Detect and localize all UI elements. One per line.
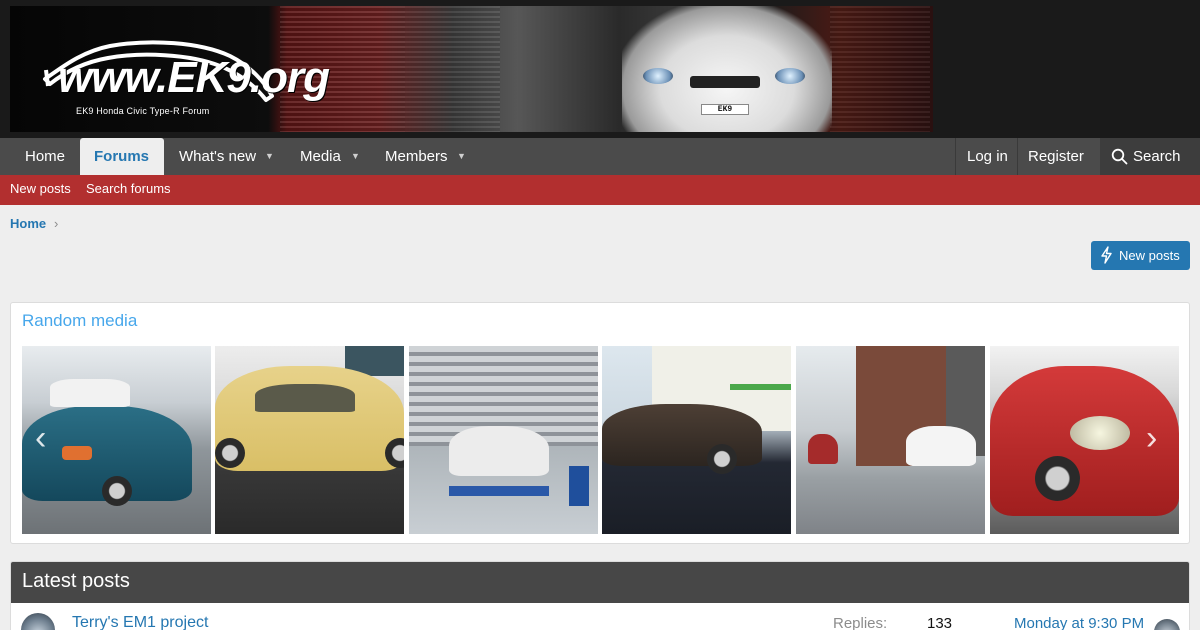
- site-tagline: EK9 Honda Civic Type-R Forum: [76, 106, 210, 116]
- nav-divider: [1017, 138, 1018, 175]
- register-link[interactable]: Register: [1028, 138, 1084, 175]
- replies-label: Replies:: [833, 615, 888, 630]
- search-button[interactable]: Search: [1100, 138, 1200, 175]
- bolt-icon: [1101, 246, 1112, 264]
- new-posts-button[interactable]: New posts: [1091, 241, 1190, 270]
- avatar[interactable]: [1154, 619, 1180, 630]
- nav-home[interactable]: Home: [25, 138, 65, 175]
- nav-forums[interactable]: Forums: [80, 138, 164, 175]
- banner-car-grille: [690, 76, 760, 88]
- new-posts-label: New posts: [1119, 248, 1180, 263]
- media-thumbnail[interactable]: [22, 346, 211, 534]
- media-thumbnail[interactable]: [796, 346, 985, 534]
- chevron-down-icon[interactable]: ▼: [457, 138, 466, 175]
- banner-car-headlight: [775, 68, 805, 84]
- breadcrumb-home[interactable]: Home: [10, 216, 46, 231]
- media-thumbnail[interactable]: [409, 346, 598, 534]
- slider-prev-icon[interactable]: ‹: [35, 421, 46, 455]
- subnav-new-posts[interactable]: New posts: [10, 175, 71, 205]
- site-header: EK9 www.EK9.org EK9 Honda Civic Type-R F…: [0, 0, 1200, 138]
- banner-shutter: [830, 6, 930, 132]
- site-banner[interactable]: EK9 www.EK9.org EK9 Honda Civic Type-R F…: [10, 6, 933, 132]
- thread-title-link[interactable]: Terry's EM1 project: [72, 614, 208, 630]
- main-nav: Home Forums What's new ▼ Media ▼ Members…: [0, 138, 1200, 175]
- chevron-down-icon[interactable]: ▼: [351, 138, 360, 175]
- media-thumbnail[interactable]: [602, 346, 791, 534]
- chevron-right-icon: ›: [54, 216, 59, 231]
- search-label: Search: [1133, 148, 1181, 165]
- site-logo[interactable]: www.EK9.org: [58, 56, 330, 100]
- banner-shutter: [405, 6, 500, 132]
- random-media-block: Random media ‹ ›: [10, 302, 1190, 544]
- nav-members[interactable]: Members: [385, 138, 448, 175]
- latest-posts-block: Latest posts Terry's EM1 project Replies…: [10, 561, 1190, 630]
- search-icon: [1111, 148, 1128, 165]
- nav-divider: [955, 138, 956, 175]
- avatar[interactable]: [21, 613, 55, 630]
- sub-nav: New posts Search forums: [0, 175, 1200, 205]
- banner-plate: EK9: [701, 104, 749, 115]
- last-post-date-link[interactable]: Monday at 9:30 PM: [1014, 615, 1144, 630]
- replies-count: 133: [927, 615, 953, 630]
- nav-media[interactable]: Media: [300, 138, 341, 175]
- banner-car-headlight: [643, 68, 673, 84]
- slider-next-icon[interactable]: ›: [1146, 421, 1157, 455]
- login-link[interactable]: Log in: [967, 138, 1008, 175]
- latest-posts-header: Latest posts: [11, 562, 1189, 603]
- nav-whats-new[interactable]: What's new: [179, 138, 256, 175]
- random-media-title[interactable]: Random media: [22, 311, 137, 331]
- chevron-down-icon[interactable]: ▼: [265, 138, 274, 175]
- subnav-search-forums[interactable]: Search forums: [86, 175, 171, 205]
- latest-posts-title[interactable]: Latest posts: [22, 570, 130, 593]
- media-thumbnail[interactable]: [215, 346, 404, 534]
